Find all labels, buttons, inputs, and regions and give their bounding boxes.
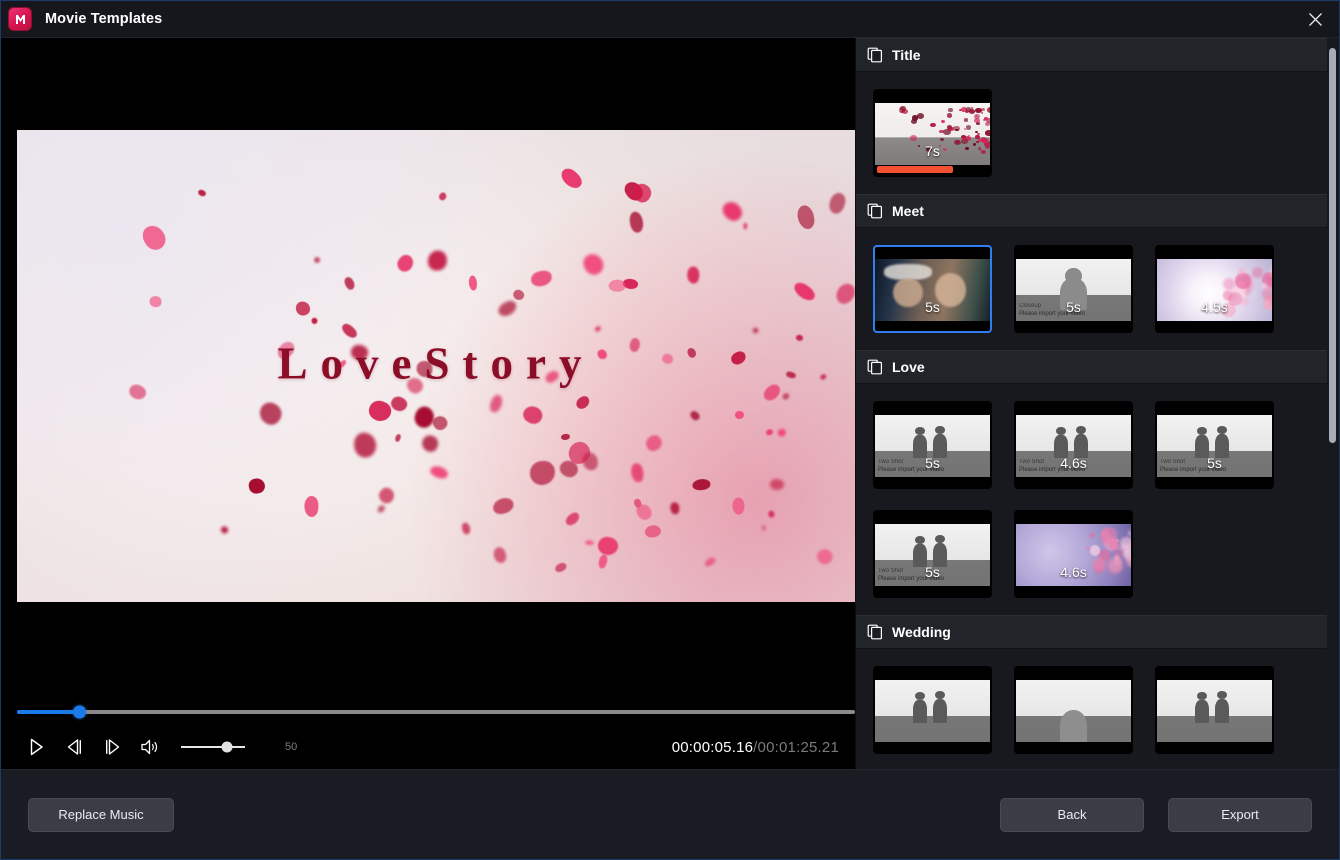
video-overlay-title: LoveStory xyxy=(277,338,595,389)
clip-placeholder-text: Two Shot Please import your video xyxy=(878,459,945,473)
seek-track[interactable] xyxy=(17,705,855,719)
template-clip[interactable]: 7s xyxy=(873,89,992,177)
timecode-display: 00:00:05.16/00:01:25.21 xyxy=(672,739,839,756)
template-clip[interactable]: Closeup Please import your video 5s xyxy=(1014,245,1133,333)
volume-track[interactable] xyxy=(181,741,245,753)
volume-handle[interactable] xyxy=(221,741,233,753)
video-frame: LoveStory xyxy=(17,130,855,602)
clip-thumbnail-image: Two Shot Please import your video xyxy=(875,415,990,477)
template-clip[interactable]: Two Shot Please import your video 5s xyxy=(873,401,992,489)
clip-placeholder-text: Closeup Please import your video xyxy=(1019,303,1086,317)
template-clip[interactable]: 4.5s xyxy=(1155,245,1274,333)
template-clip[interactable]: 5s xyxy=(873,245,992,333)
template-clip[interactable] xyxy=(1014,666,1133,754)
transport-bar: 50 00:00:05.16/00:01:25.21 xyxy=(1,697,855,769)
template-clip[interactable]: 4.6s xyxy=(1014,510,1133,598)
volume-icon[interactable] xyxy=(131,730,169,764)
clip-grid-love: Two Shot Please import your video 5s Two Sh… xyxy=(856,384,1327,615)
next-frame-icon[interactable] xyxy=(93,730,131,764)
seek-handle[interactable] xyxy=(73,705,86,719)
layers-stack-icon xyxy=(867,359,883,375)
movie-app-logo xyxy=(8,7,32,31)
footer-bar: Replace Music Back Export xyxy=(1,769,1339,859)
section-header-meet: Meet xyxy=(856,194,1327,228)
clip-thumbnail-image xyxy=(875,259,990,321)
window-title: Movie Templates xyxy=(45,11,163,27)
clip-thumbnail-image: Two Shot Please import your video xyxy=(1016,415,1131,477)
section-title: Wedding xyxy=(892,624,951,640)
clip-placeholder-text: Two Shot Please import your video xyxy=(1019,459,1086,473)
clip-thumbnail-image: Two Shot Please import your video xyxy=(875,524,990,586)
scrollbar-thumb[interactable] xyxy=(1329,48,1336,443)
section-header-love: Love xyxy=(856,350,1327,384)
section-title: Meet xyxy=(892,203,924,219)
clip-grid-wedding xyxy=(856,649,1327,769)
template-clip[interactable]: Two Shot Please import your video 5s xyxy=(1155,401,1274,489)
template-clip[interactable] xyxy=(873,666,992,754)
back-button[interactable]: Back xyxy=(1000,797,1144,832)
clip-thumbnail-image: Two Shot Please import your video xyxy=(1157,415,1272,477)
clip-placeholder-text: Two Shot Please import your video xyxy=(878,568,945,582)
volume-value: 50 xyxy=(285,741,298,753)
clip-progress-bar xyxy=(877,166,953,173)
clip-thumbnail-image xyxy=(875,103,990,165)
layers-stack-icon xyxy=(867,624,883,640)
panel-scrollbar[interactable] xyxy=(1329,43,1336,764)
clip-thumbnail-image: Closeup Please import your video xyxy=(1016,259,1131,321)
title-bar: Movie Templates xyxy=(1,1,1339,38)
layers-stack-icon xyxy=(867,203,883,219)
layers-stack-icon xyxy=(867,47,883,63)
timecode-total: 00:01:25.21 xyxy=(757,738,839,756)
clip-thumbnail-image xyxy=(1157,680,1272,742)
movie-templates-window: Movie Templates LoveStory 50 00:00:05.16… xyxy=(0,0,1340,860)
previous-frame-icon[interactable] xyxy=(55,730,93,764)
main-body: LoveStory 50 00:00:05.16/00:01:25.21 Tit… xyxy=(1,38,1339,769)
section-title: Love xyxy=(892,359,925,375)
clip-thumbnail-image xyxy=(1016,524,1131,586)
section-header-wedding: Wedding xyxy=(856,615,1327,649)
templates-panel: Title 7s Meet 5s Closeup Please import your v… xyxy=(855,38,1339,769)
section-header-title: Title xyxy=(856,38,1327,72)
template-clip[interactable] xyxy=(1155,666,1274,754)
play-icon[interactable] xyxy=(17,730,55,764)
replace-music-button[interactable]: Replace Music xyxy=(28,797,174,832)
clip-thumbnail-image xyxy=(1016,680,1131,742)
template-clip[interactable]: Two Shot Please import your video 5s xyxy=(873,510,992,598)
close-icon[interactable] xyxy=(1301,5,1329,33)
timecode-current: 00:00:05.16 xyxy=(671,738,754,756)
clip-thumbnail-image xyxy=(875,680,990,742)
clip-grid-title: 7s xyxy=(856,72,1327,194)
section-title: Title xyxy=(892,47,921,63)
templates-scroll-area: Title 7s Meet 5s Closeup Please import your v… xyxy=(856,38,1327,769)
clip-grid-meet: 5s Closeup Please import your video 5s 4.5s xyxy=(856,228,1327,350)
clip-placeholder-text: Two Shot Please import your video xyxy=(1160,459,1227,473)
template-clip[interactable]: Two Shot Please import your video 4.6s xyxy=(1014,401,1133,489)
preview-pane: LoveStory 50 00:00:05.16/00:01:25.21 xyxy=(1,38,855,769)
playback-controls: 50 00:00:05.16/00:01:25.21 xyxy=(17,727,839,767)
seek-progress xyxy=(17,710,79,714)
export-button[interactable]: Export xyxy=(1168,797,1312,832)
volume-slider[interactable] xyxy=(181,741,253,753)
video-preview[interactable]: LoveStory xyxy=(17,38,855,697)
seek-bar[interactable] xyxy=(17,705,855,719)
clip-thumbnail-image xyxy=(1157,259,1272,321)
